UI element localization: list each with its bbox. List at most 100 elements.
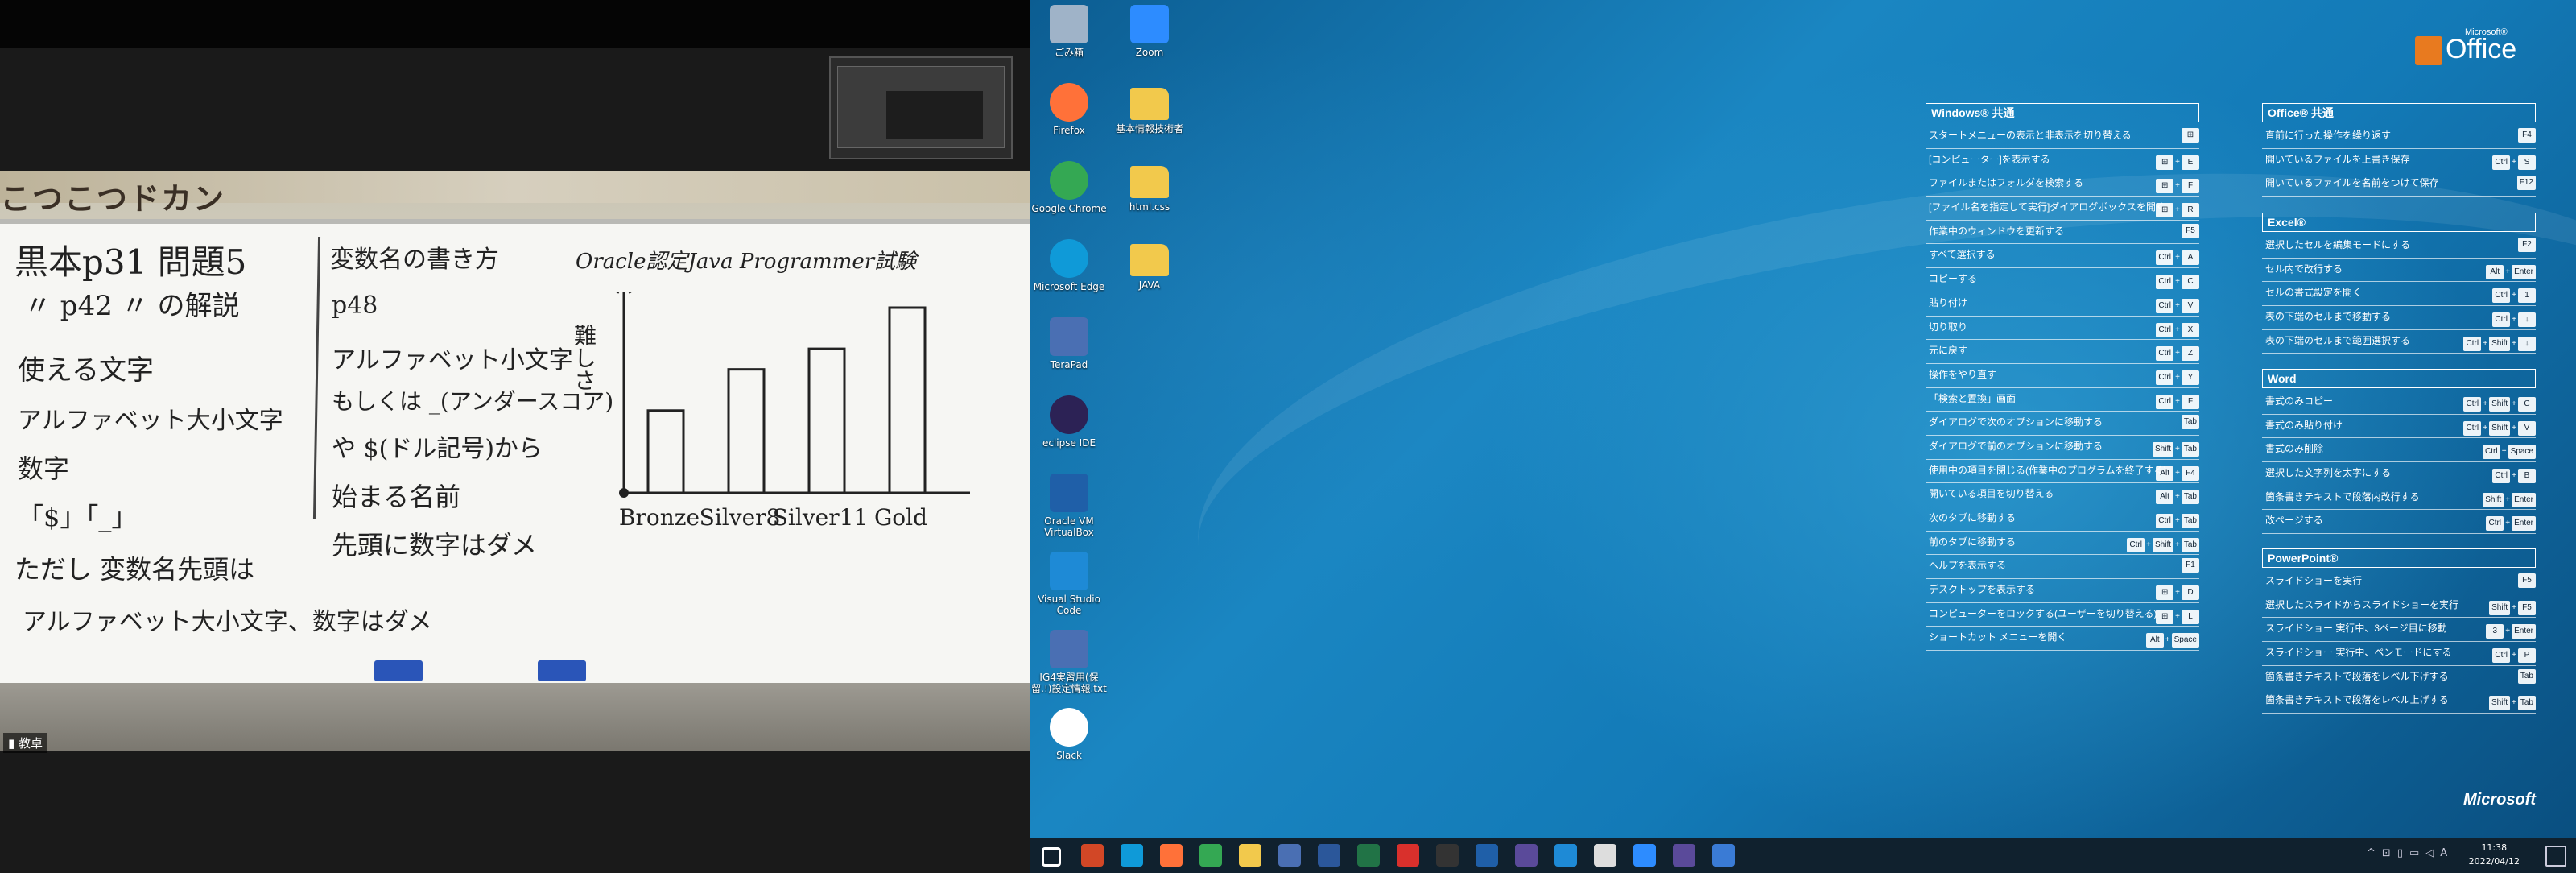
shortcut-row: [ファイル名を指定して実行]ダイアログボックスを開く ⊞ + R	[1926, 197, 2199, 221]
acrobat-icon[interactable]	[1397, 844, 1419, 867]
folder-icon	[1130, 244, 1169, 276]
shortcut-keys: Ctrl + P	[2492, 645, 2536, 665]
panel-title: Excel®	[2262, 213, 2536, 232]
shortcut-row: 改ページする Ctrl + Enter	[2262, 510, 2536, 535]
desktop-icon[interactable]: JAVA	[1111, 239, 1188, 291]
desktop-icon[interactable]: Visual Studio Code	[1030, 552, 1108, 616]
tray-display-icon[interactable]: ▭	[2409, 847, 2425, 859]
excel-icon[interactable]	[1357, 844, 1380, 867]
key-plus: +	[2512, 399, 2516, 408]
key-plus: +	[2175, 205, 2180, 215]
notification-icon[interactable]	[2545, 846, 2566, 867]
file-explorer-icon[interactable]	[1239, 844, 1261, 867]
word-icon[interactable]	[1318, 844, 1340, 867]
shortcut-row: セル内で改行する Alt + Enter	[2262, 259, 2536, 283]
chrome-icon[interactable]	[1199, 844, 1222, 867]
eclipse-icon	[1050, 395, 1088, 434]
thumbnail-pane	[886, 91, 983, 139]
shortcut-row: 表の下端のセルまで移動する Ctrl + ↓	[2262, 306, 2536, 330]
key-plus: +	[2483, 423, 2488, 432]
desktop-icon[interactable]: TeraPad	[1030, 317, 1108, 370]
shortcut-row: スライドショー 実行中、ペンモードにする Ctrl + P	[2262, 642, 2536, 666]
system-tray[interactable]: ^⊡▯▭◁A	[2367, 847, 2454, 859]
shortcut-keys: F2	[2518, 238, 2536, 252]
chart-bar	[727, 368, 766, 494]
desktop-icon[interactable]: eclipse IDE	[1030, 395, 1108, 449]
desktop-icon[interactable]: Slack	[1030, 708, 1108, 761]
shortcut-label: コンピューターをロックする(ユーザーを切り替える)	[1929, 607, 2157, 619]
key-cap: Ctrl	[2156, 275, 2174, 290]
key-cap: V	[2182, 298, 2199, 313]
start-icon[interactable]	[1042, 847, 1061, 867]
tray-volume-icon[interactable]: ◁	[2425, 847, 2440, 859]
edge-icon[interactable]	[1121, 844, 1143, 867]
key-cap: Ctrl	[2156, 346, 2174, 362]
terminal-icon[interactable]	[1436, 844, 1459, 867]
tray-mic-icon[interactable]: ▯	[2397, 847, 2409, 859]
desktop-icon[interactable]: Zoom	[1111, 5, 1188, 58]
shortcut-keys: Ctrl + A	[2156, 247, 2199, 267]
shortcut-row: 作業中のウィンドウを更新する F5	[1926, 221, 2199, 245]
terapad-icon[interactable]	[1278, 844, 1301, 867]
photos-icon[interactable]	[1712, 844, 1735, 867]
shortcut-label: 開いているファイルを上書き保存	[2265, 153, 2410, 165]
chart-category-label: Silver8	[700, 504, 781, 531]
key-cap: ⊞	[2156, 609, 2174, 624]
desktop-icon[interactable]: Firefox	[1030, 83, 1108, 136]
shortcut-row: 次のタブに移動する Ctrl + Tab	[1926, 507, 2199, 532]
desktop-icon[interactable]: Microsoft Edge	[1030, 239, 1108, 292]
text-file-icon	[1050, 630, 1088, 668]
key-cap: F1	[2182, 558, 2199, 573]
desktop-icon[interactable]: IG4実習用(保留.!)設定情報.txt	[1030, 630, 1108, 694]
shortcut-row: 表の下端のセルまで範囲選択する Ctrl + Shift + ↓	[2262, 330, 2536, 354]
key-cap: Enter	[2512, 516, 2536, 532]
shortcut-label: デスクトップを表示する	[1929, 584, 2036, 596]
shortcut-label: スライドショー 実行中、3ページ目に移動	[2265, 623, 2447, 635]
desktop-icon-label: Google Chrome	[1031, 203, 1107, 214]
tray-chevron-icon[interactable]: ^	[2367, 847, 2382, 859]
shortcut-label: 箇条書きテキストで段落内改行する	[2265, 490, 2420, 503]
key-cap: D	[2182, 585, 2199, 601]
shortcut-row: 使用中の項目を閉じる(作業中のプログラムを終了する) Alt + F4	[1926, 460, 2199, 484]
powerpoint-icon[interactable]	[1081, 844, 1104, 867]
key-cap: F	[2182, 179, 2199, 194]
eclipse-alt-icon[interactable]	[1673, 844, 1695, 867]
shortcut-row: スタートメニューの表示と非表示を切り替える ⊞	[1926, 125, 2199, 149]
key-cap: ↓	[2518, 336, 2536, 351]
chart-origin	[619, 488, 629, 498]
panel-title: PowerPoint®	[2262, 548, 2536, 568]
shortcut-row: スライドショーを実行 F5	[2262, 570, 2536, 594]
chrome-alt-icon[interactable]	[1594, 844, 1616, 867]
shortcut-row: すべて選択する Ctrl + A	[1926, 244, 2199, 269]
key-plus: +	[2512, 602, 2516, 612]
desktop-icon[interactable]: html.css	[1111, 161, 1188, 213]
desktop-icon-label: Microsoft Edge	[1033, 281, 1105, 292]
video-feed[interactable]: こつこつドカン 黒本p31 問題5 〃 p42 〃 の解説 使える文字 アルファ…	[0, 171, 1030, 751]
desktop-icon[interactable]: ごみ箱	[1030, 5, 1108, 58]
key-plus: +	[2146, 540, 2152, 549]
firefox-icon[interactable]	[1160, 844, 1183, 867]
tray-network-icon[interactable]: ⊡	[2382, 847, 2397, 859]
shortcut-row: スライドショー 実行中、3ページ目に移動 3 + Enter	[2262, 618, 2536, 643]
clock[interactable]: 11:38 2022/04/12	[2469, 841, 2520, 868]
desktop-icon[interactable]: Google Chrome	[1030, 161, 1108, 214]
virtualbox-icon	[1050, 474, 1088, 512]
shortcut-keys: Ctrl + Shift + ↓	[2463, 333, 2536, 354]
key-plus: +	[2505, 627, 2511, 636]
key-cap: Shift	[2483, 492, 2504, 507]
desktop-icon[interactable]: 基本情報技術者	[1111, 83, 1188, 134]
terapad-icon	[1050, 317, 1088, 356]
virtualbox-icon[interactable]	[1476, 844, 1498, 867]
chart-category-label: Gold	[874, 504, 927, 531]
ime-indicator[interactable]: A	[2440, 847, 2454, 859]
board-line: 変数名の書き方	[330, 246, 499, 274]
shared-screen-thumbnail[interactable]	[829, 56, 1013, 159]
eclipse-icon[interactable]	[1515, 844, 1538, 867]
vscode-icon[interactable]	[1554, 844, 1577, 867]
folder-icon	[1130, 166, 1169, 198]
shortcut-row: 操作をやり直す Ctrl + Y	[1926, 364, 2199, 388]
shortcut-row: 書式のみ貼り付け Ctrl + Shift + V	[2262, 415, 2536, 439]
desktop-icon[interactable]: Oracle VM VirtualBox	[1030, 474, 1108, 538]
zoom-icon[interactable]	[1633, 844, 1656, 867]
shortcut-keys: Tab	[2181, 415, 2199, 430]
